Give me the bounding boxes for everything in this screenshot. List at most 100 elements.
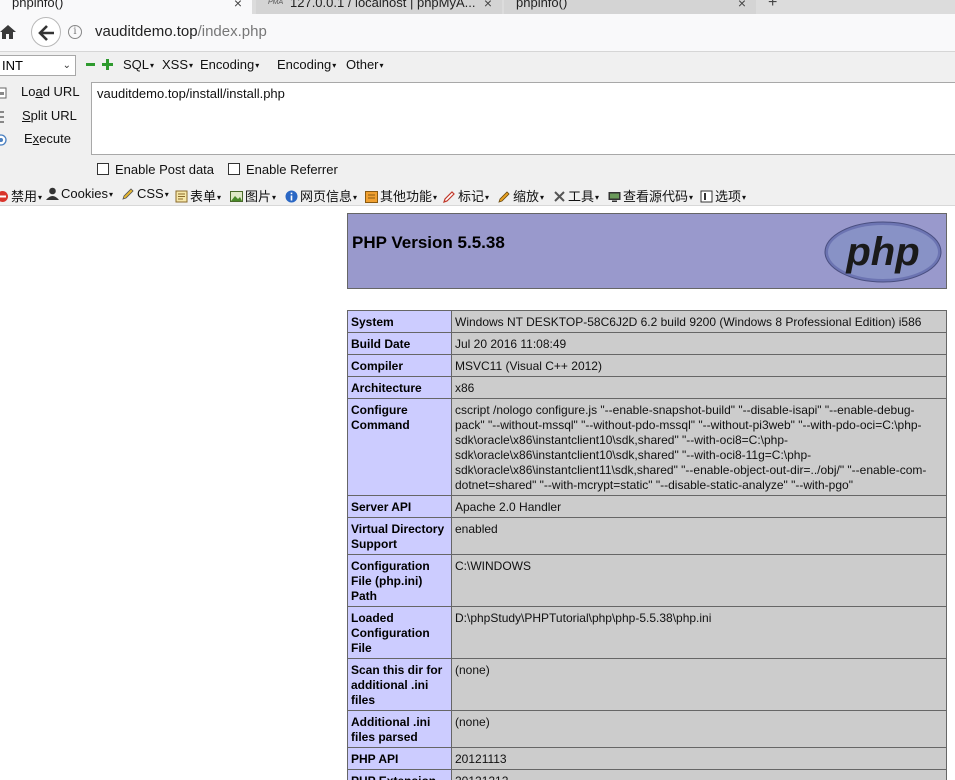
ruler-icon xyxy=(498,191,510,203)
options-icon xyxy=(700,190,713,203)
wd-forms-menu[interactable]: 表单▾ xyxy=(175,186,221,205)
close-icon[interactable]: × xyxy=(738,0,746,12)
row-value: (none) xyxy=(451,710,947,748)
checkbox-box[interactable] xyxy=(228,163,240,175)
url-path: /index.php xyxy=(197,23,267,40)
new-tab-button[interactable]: + xyxy=(768,0,777,12)
row-key: Configuration File (php.ini) Path xyxy=(347,554,452,607)
table-row: Architecture x86 xyxy=(347,376,947,399)
navigation-bar: i vauditdemo.top/index.php xyxy=(0,14,955,52)
form-icon xyxy=(175,190,188,203)
wd-cookies-menu[interactable]: Cookies▾ xyxy=(46,186,113,201)
tab-phpinfo-active[interactable]: phpinfo() × xyxy=(0,0,252,14)
wd-resize-menu[interactable]: 缩放▾ xyxy=(498,186,544,205)
row-key: Build Date xyxy=(347,332,452,355)
row-key: Configure Command xyxy=(347,398,452,496)
table-row: Configuration File (php.ini) Path C:\WIND… xyxy=(347,554,947,607)
table-row: Scan this dir for additional .ini files(… xyxy=(347,658,947,711)
table-row: Configure Command cscript /nologo configu… xyxy=(347,398,947,496)
enable-referrer-checkbox[interactable]: Enable Referrer xyxy=(228,162,338,177)
wd-outline-menu[interactable]: 标记▾ xyxy=(443,186,489,205)
checkbox-box[interactable] xyxy=(97,163,109,175)
row-value: Windows NT DESKTOP-58C6J2D 6.2 build 920… xyxy=(451,310,947,333)
monitor-icon xyxy=(608,192,621,202)
row-key: Loaded Configuration File xyxy=(347,606,452,659)
row-key: Virtual Directory Support xyxy=(347,517,452,555)
row-key: Scan this dir for additional .ini files xyxy=(347,658,452,711)
menu-encoding[interactable]: Encoding▾ xyxy=(200,57,259,72)
wd-disable-menu[interactable]: 禁用▾ xyxy=(0,186,42,205)
disable-icon xyxy=(0,191,8,202)
wd-options-menu[interactable]: 选项▾ xyxy=(700,186,746,205)
arrow-left-icon xyxy=(38,25,54,41)
home-icon[interactable] xyxy=(0,23,16,41)
php-logo[interactable]: php xyxy=(824,221,942,283)
menu-encoding-2[interactable]: Encoding▾ xyxy=(277,57,336,72)
execute-button[interactable]: Execute xyxy=(0,131,71,147)
row-key: Additional .ini files parsed xyxy=(347,710,452,748)
row-key: System xyxy=(347,310,452,333)
load-url-button[interactable]: Load URL xyxy=(0,84,80,100)
row-value: Jul 20 2016 11:08:49 xyxy=(451,332,947,355)
pen-icon xyxy=(443,191,455,203)
execute-icon xyxy=(0,133,10,147)
tab-title: phpinfo() xyxy=(12,0,64,10)
phpinfo-table: System Windows NT DESKTOP-58C6J2D 6.2 bui… xyxy=(347,310,947,780)
menu-other[interactable]: Other▾ xyxy=(346,57,384,72)
wd-information-menu[interactable]: 网页信息▾ xyxy=(285,186,357,205)
wd-tools-menu[interactable]: 工具▾ xyxy=(553,186,599,205)
page-title: PHP Version 5.5.38 xyxy=(352,233,505,252)
user-icon xyxy=(46,187,59,200)
chevron-down-icon: ⌄ xyxy=(62,60,71,71)
row-key: Server API xyxy=(347,495,452,518)
table-row: System Windows NT DESKTOP-58C6J2D 6.2 bui… xyxy=(347,310,947,333)
tab-phpinfo[interactable]: phpinfo() × xyxy=(504,0,756,14)
row-value: D:\phpStudy\PHPTutorial\php\php-5.5.38\p… xyxy=(451,606,947,659)
php-version-header: PHP Version 5.5.38 php xyxy=(347,213,947,289)
minus-icon[interactable] xyxy=(86,60,95,69)
tools-icon xyxy=(554,191,565,202)
close-icon[interactable]: × xyxy=(234,0,242,12)
tab-title: phpinfo() xyxy=(516,0,568,10)
phpmyadmin-icon: PMA xyxy=(268,0,284,6)
table-row: Additional .ini files parsed (none) xyxy=(347,710,947,748)
wd-images-menu[interactable]: 图片▾ xyxy=(230,186,276,205)
url-host: vauditdemo.top xyxy=(95,23,198,40)
hackbar: INT ⌄ SQL▾ XSS▾ Encoding▾ Encoding▾ Othe… xyxy=(0,52,955,180)
select-value: INT xyxy=(2,58,23,73)
hackbar-url-textarea[interactable]: vauditdemo.top/install/install.php xyxy=(91,82,955,155)
wd-css-menu[interactable]: CSS▾ xyxy=(122,186,169,201)
wd-view-source-menu[interactable]: 查看源代码▾ xyxy=(608,186,693,205)
url-bar[interactable]: vauditdemo.top/index.php xyxy=(95,23,267,40)
enable-post-data-checkbox[interactable]: Enable Post data xyxy=(97,162,214,177)
table-row: Server API Apache 2.0 Handler xyxy=(347,495,947,518)
tab-title: 127.0.0.1 / localhost | phpMyA... xyxy=(290,0,476,10)
row-key: PHP Extension xyxy=(347,769,452,780)
hackbar-type-select[interactable]: INT ⌄ xyxy=(0,55,76,76)
info-icon[interactable]: i xyxy=(68,25,82,39)
back-button[interactable] xyxy=(31,17,61,47)
wd-misc-menu[interactable]: 其他功能▾ xyxy=(365,186,437,205)
row-key: Architecture xyxy=(347,376,452,399)
row-value: cscript /nologo configure.js "--enable-s… xyxy=(451,398,947,496)
load-url-icon xyxy=(0,86,10,100)
split-url-icon xyxy=(0,110,10,124)
table-row: Loaded Configuration File D:\phpStudy\PHP… xyxy=(347,606,947,659)
php-logo-text: php xyxy=(845,230,919,274)
table-row: Build Date Jul 20 2016 11:08:49 xyxy=(347,332,947,355)
row-value: MSVC11 (Visual C++ 2012) xyxy=(451,354,947,377)
menu-sql[interactable]: SQL▾ xyxy=(123,57,154,72)
info-icon xyxy=(285,190,298,203)
tab-phpmyadmin[interactable]: PMA 127.0.0.1 / localhost | phpMyA... × xyxy=(256,0,502,14)
plus-icon[interactable] xyxy=(102,59,113,70)
web-developer-toolbar: 禁用▾ Cookies▾ CSS▾ 表单▾ 图片▾ 网页信息▾ 其他功能▾ 标记… xyxy=(0,180,955,206)
table-row: PHP API 20121113 xyxy=(347,747,947,770)
image-icon xyxy=(230,191,243,202)
row-value: 20121113 xyxy=(451,747,947,770)
close-icon[interactable]: × xyxy=(484,0,492,12)
table-row: Virtual Directory Support enabled xyxy=(347,517,947,555)
table-row: PHP Extension20121212 xyxy=(347,769,947,780)
split-url-button[interactable]: Split URL xyxy=(0,108,77,124)
row-value: enabled xyxy=(451,517,947,555)
menu-xss[interactable]: XSS▾ xyxy=(162,57,193,72)
